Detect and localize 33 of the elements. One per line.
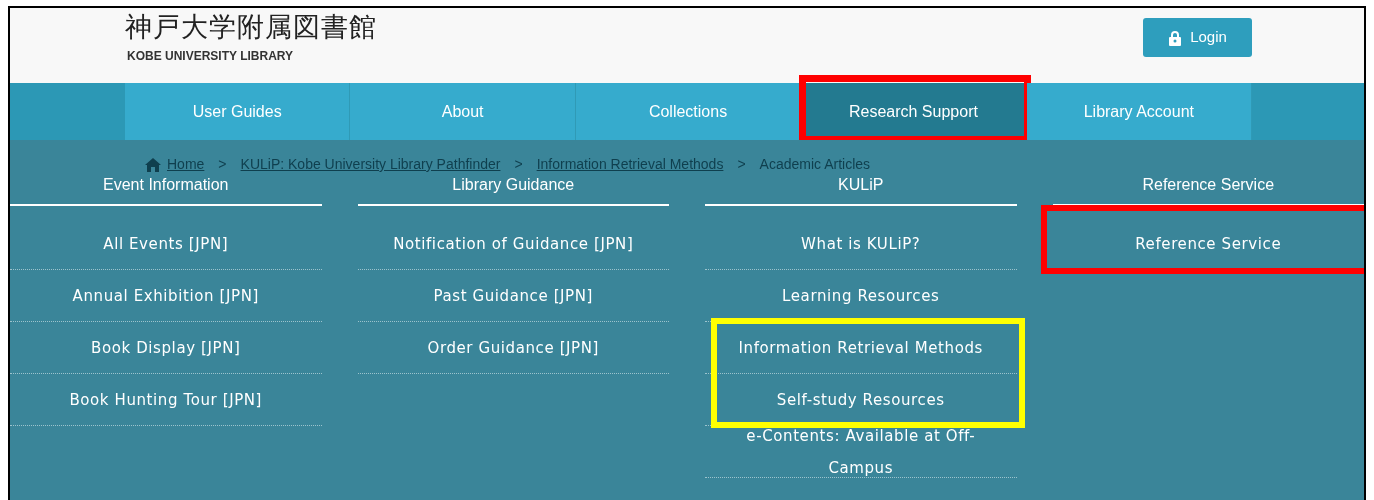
menu-item[interactable]: Learning Resources bbox=[705, 270, 1017, 322]
breadcrumb-separator: > bbox=[514, 155, 523, 174]
breadcrumb-link[interactable]: Home bbox=[167, 154, 205, 175]
menu-heading[interactable]: Reference Service bbox=[1052, 173, 1364, 206]
menu-item[interactable]: Information Retrieval Methods bbox=[705, 322, 1017, 374]
menu-heading[interactable]: KULiP bbox=[705, 173, 1017, 206]
menu-item[interactable]: All Events [JPN] bbox=[10, 218, 322, 270]
login-button[interactable]: Login bbox=[1143, 18, 1252, 57]
menu-heading[interactable]: Library Guidance bbox=[357, 173, 669, 206]
menu-item[interactable]: Past Guidance [JPN] bbox=[357, 270, 669, 322]
menu-item[interactable]: Book Hunting Tour [JPN] bbox=[10, 374, 322, 426]
nav-tab[interactable]: User Guides bbox=[125, 83, 351, 140]
library-name-japanese: 神戸大学附属図書館 bbox=[125, 10, 377, 44]
home-icon bbox=[145, 157, 161, 172]
menu-item[interactable]: Notification of Guidance [JPN] bbox=[357, 218, 669, 270]
menu-item[interactable]: Reference Service bbox=[1052, 218, 1364, 270]
menu-heading[interactable]: Event Information bbox=[10, 173, 322, 206]
nav-tab[interactable]: Collections bbox=[575, 83, 802, 140]
nav-tab[interactable]: About bbox=[350, 83, 576, 140]
menu-item[interactable]: Book Display [JPN] bbox=[10, 322, 322, 374]
breadcrumb-separator: > bbox=[218, 155, 227, 174]
nav-tab[interactable]: Library Account bbox=[1026, 83, 1253, 140]
library-name-english: KOBE UNIVERSITY LIBRARY bbox=[126, 48, 295, 65]
lock-icon bbox=[1168, 29, 1183, 46]
breadcrumb-current: Academic Articles bbox=[759, 155, 871, 174]
breadcrumb-link[interactable]: KULiP: Kobe University Library Pathfinder bbox=[240, 154, 501, 175]
menu-item[interactable]: e-Contents: Available at Off-Campus bbox=[705, 426, 1017, 478]
menu-item[interactable]: Order Guidance [JPN] bbox=[357, 322, 669, 374]
menu-item[interactable]: Self-study Resources bbox=[705, 374, 1017, 426]
menu-item[interactable]: What is KULiP? bbox=[705, 218, 1017, 270]
breadcrumb-separator: > bbox=[737, 155, 746, 174]
breadcrumb-link[interactable]: Information Retrieval Methods bbox=[536, 154, 724, 175]
menu-item[interactable]: Annual Exhibition [JPN] bbox=[10, 270, 322, 322]
